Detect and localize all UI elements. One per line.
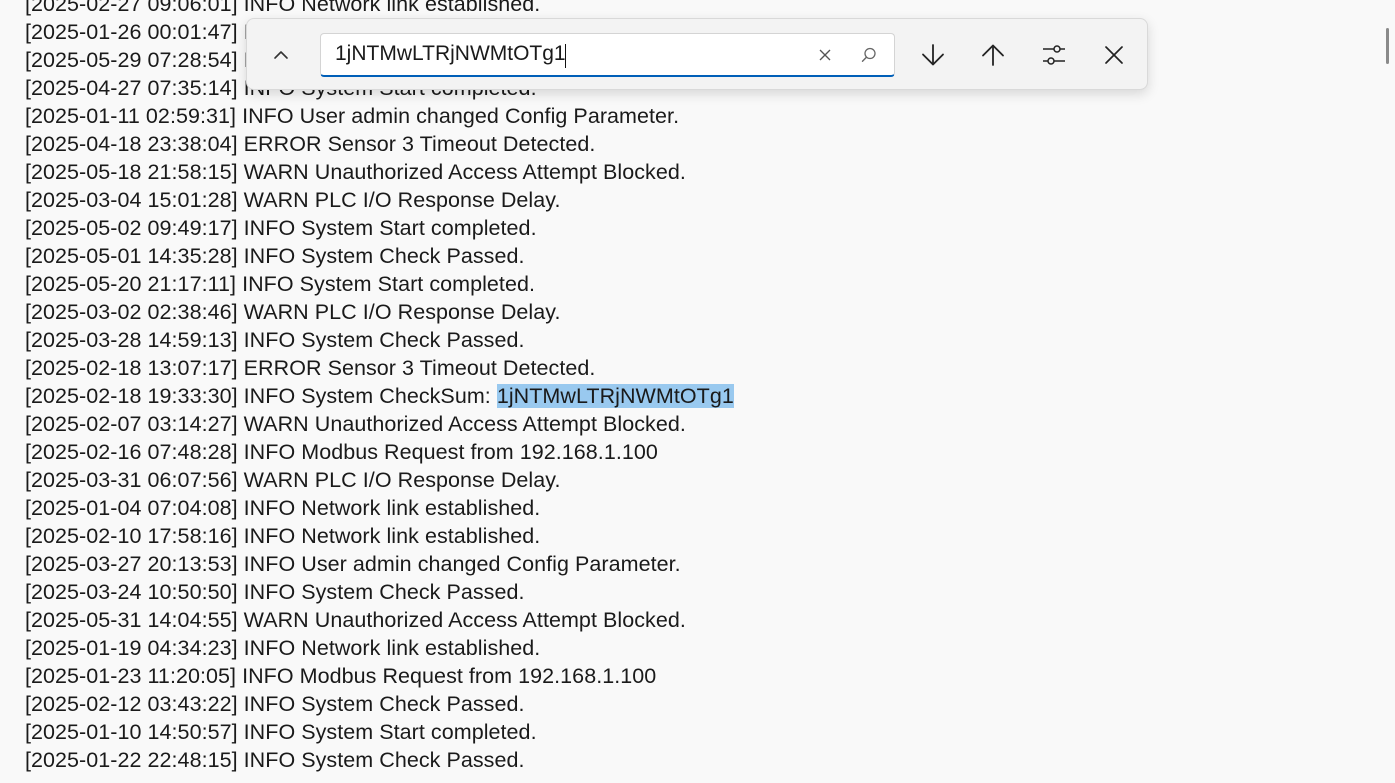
close-icon [1105, 46, 1123, 64]
log-line: [2025-01-23 11:20:05] INFO Modbus Reques… [25, 664, 657, 688]
find-options-button[interactable] [1032, 33, 1076, 77]
arrow-down-icon [922, 44, 944, 66]
search-field[interactable] [320, 33, 895, 77]
arrow-up-icon [982, 44, 1004, 66]
search-match-highlight: 1jNTMwLTRjNWMtOTg1 [496, 384, 734, 408]
log-line: [2025-05-01 14:35:28] INFO System Check … [25, 244, 525, 268]
log-line: [2025-01-19 04:34:23] INFO Network link … [25, 636, 541, 660]
clear-x-icon [819, 49, 831, 61]
search-button[interactable] [853, 40, 885, 70]
chevron-up-icon [274, 51, 288, 59]
log-line: [2025-02-07 03:14:27] WARN Unauthorized … [25, 412, 686, 436]
log-line: [2025-02-12 03:43:22] INFO System Check … [25, 692, 525, 716]
search-input[interactable] [335, 38, 805, 70]
log-line-prefix: [2025-02-18 19:33:30] INFO System CheckS… [25, 384, 497, 408]
log-line: [2025-05-31 14:04:55] WARN Unauthorized … [25, 608, 686, 632]
log-line: [2025-03-28 14:59:13] INFO System Check … [25, 328, 525, 352]
log-line: [2025-02-18 19:33:30] INFO System CheckS… [25, 382, 1365, 410]
log-line: [2025-02-18 13:07:17] ERROR Sensor 3 Tim… [25, 356, 596, 380]
log-line: [2025-03-27 20:13:53] INFO User admin ch… [25, 552, 681, 576]
log-line: [2025-03-02 02:38:46] WARN PLC I/O Respo… [25, 300, 561, 324]
log-line: [2025-03-04 15:01:28] WARN PLC I/O Respo… [25, 188, 561, 212]
log-line: [2025-01-22 22:48:15] INFO System Check … [25, 748, 525, 772]
log-line: [2025-02-27 09:06:01] INFO Network link … [25, 0, 541, 16]
log-line: [2025-02-16 07:48:28] INFO Modbus Reques… [25, 440, 658, 464]
collapse-find-button[interactable] [259, 33, 303, 77]
log-line: [2025-05-18 21:58:15] WARN Unauthorized … [25, 160, 686, 184]
log-text-area[interactable]: [2025-02-27 09:06:01] INFO Network link … [25, 0, 1365, 774]
find-next-button[interactable] [911, 33, 955, 77]
log-line: [2025-05-20 21:17:11] INFO System Start … [25, 272, 535, 296]
sliders-icon [1043, 45, 1065, 65]
log-line: [2025-02-10 17:58:16] INFO Network link … [25, 524, 541, 548]
magnifier-icon [861, 47, 876, 62]
log-line: [2025-04-18 23:38:04] ERROR Sensor 3 Tim… [25, 132, 596, 156]
log-line: [2025-01-04 07:04:08] INFO Network link … [25, 496, 541, 520]
text-caret [565, 44, 566, 68]
log-line: [2025-01-11 02:59:31] INFO User admin ch… [25, 104, 680, 128]
find-bar [246, 18, 1148, 90]
log-line: [2025-03-24 10:50:50] INFO System Check … [25, 580, 525, 604]
close-find-button[interactable] [1092, 33, 1136, 77]
scrollbar-thumb[interactable] [1386, 28, 1389, 64]
log-line: [2025-05-02 09:49:17] INFO System Start … [25, 216, 537, 240]
log-line: [2025-01-10 14:50:57] INFO System Start … [25, 720, 537, 744]
find-previous-button[interactable] [971, 33, 1015, 77]
clear-search-button[interactable] [809, 40, 841, 70]
log-line: [2025-03-31 06:07:56] WARN PLC I/O Respo… [25, 468, 561, 492]
